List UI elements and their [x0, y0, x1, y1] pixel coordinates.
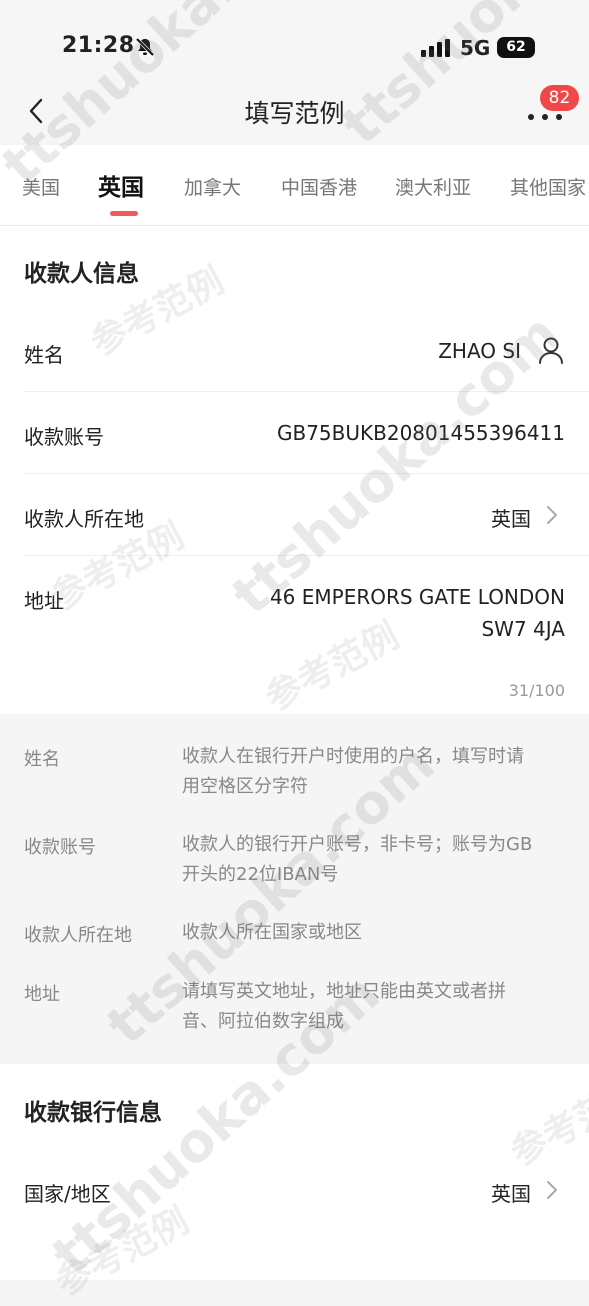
location-value[interactable]: 英国 [491, 503, 531, 532]
country-region-label: 国家/地区 [24, 1182, 111, 1206]
help-label-address: 地址 [24, 984, 60, 1005]
chevron-right-icon[interactable] [546, 505, 558, 525]
tab-hongkong[interactable]: 中国香港 [281, 173, 357, 200]
user-icon[interactable] [538, 336, 564, 364]
address-label: 地址 [24, 589, 64, 613]
divider [24, 391, 589, 392]
notification-badge: 82 [540, 85, 579, 111]
divider [24, 555, 589, 556]
help-desc-account: 收款人的银行开户账号，非卡号；账号为GB 开头的22位IBAN号 [182, 834, 533, 885]
country-tabs: 美国 英国 加拿大 中国香港 澳大利亚 其他国家 [0, 145, 589, 226]
chevron-right-icon[interactable] [546, 1180, 558, 1200]
character-counter: 31/100 [508, 681, 565, 700]
active-tab-indicator [110, 211, 138, 216]
tab-us[interactable]: 美国 [22, 173, 60, 200]
country-region-value[interactable]: 英国 [491, 1178, 531, 1207]
battery-icon: 62 [497, 37, 535, 58]
page-title: 填写范例 [244, 99, 345, 128]
help-desc-address: 请填写英文地址，地址只能由英文或者拼 音、阿拉伯数字组成 [182, 981, 506, 1032]
help-label-name: 姓名 [24, 749, 60, 770]
payee-section-title: 收款人信息 [24, 261, 139, 287]
status-bar: 21:28 5G 62 [0, 0, 589, 90]
account-value[interactable]: GB75BUKB20801455396411 [277, 421, 565, 445]
name-label: 姓名 [24, 343, 64, 367]
signal-icon [421, 39, 450, 57]
divider [24, 473, 589, 474]
account-label: 收款账号 [24, 425, 104, 449]
tab-uk[interactable]: 英国 [98, 168, 144, 202]
tab-australia[interactable]: 澳大利亚 [395, 173, 471, 200]
address-value-line2[interactable]: SW7 4JA [481, 617, 565, 641]
nav-bar: 填写范例 [0, 80, 589, 142]
status-time: 21:28 [62, 33, 135, 58]
bell-muted-icon [135, 37, 155, 57]
help-label-account: 收款账号 [24, 837, 96, 858]
help-desc-location: 收款人所在国家或地区 [182, 922, 362, 943]
location-label: 收款人所在地 [24, 507, 144, 531]
network-label: 5G [460, 36, 491, 60]
more-icon[interactable] [528, 114, 564, 122]
tab-other[interactable]: 其他国家 [510, 173, 586, 200]
help-label-location: 收款人所在地 [24, 925, 132, 946]
address-value-line1[interactable]: 46 EMPERORS GATE LONDON [270, 585, 565, 609]
help-desc-name: 收款人在银行开户时使用的户名，填写时请 用空格区分字符 [182, 746, 524, 797]
tab-canada[interactable]: 加拿大 [184, 173, 241, 200]
bank-section-title: 收款银行信息 [24, 1100, 162, 1126]
name-value[interactable]: ZHAO SI [438, 339, 521, 363]
